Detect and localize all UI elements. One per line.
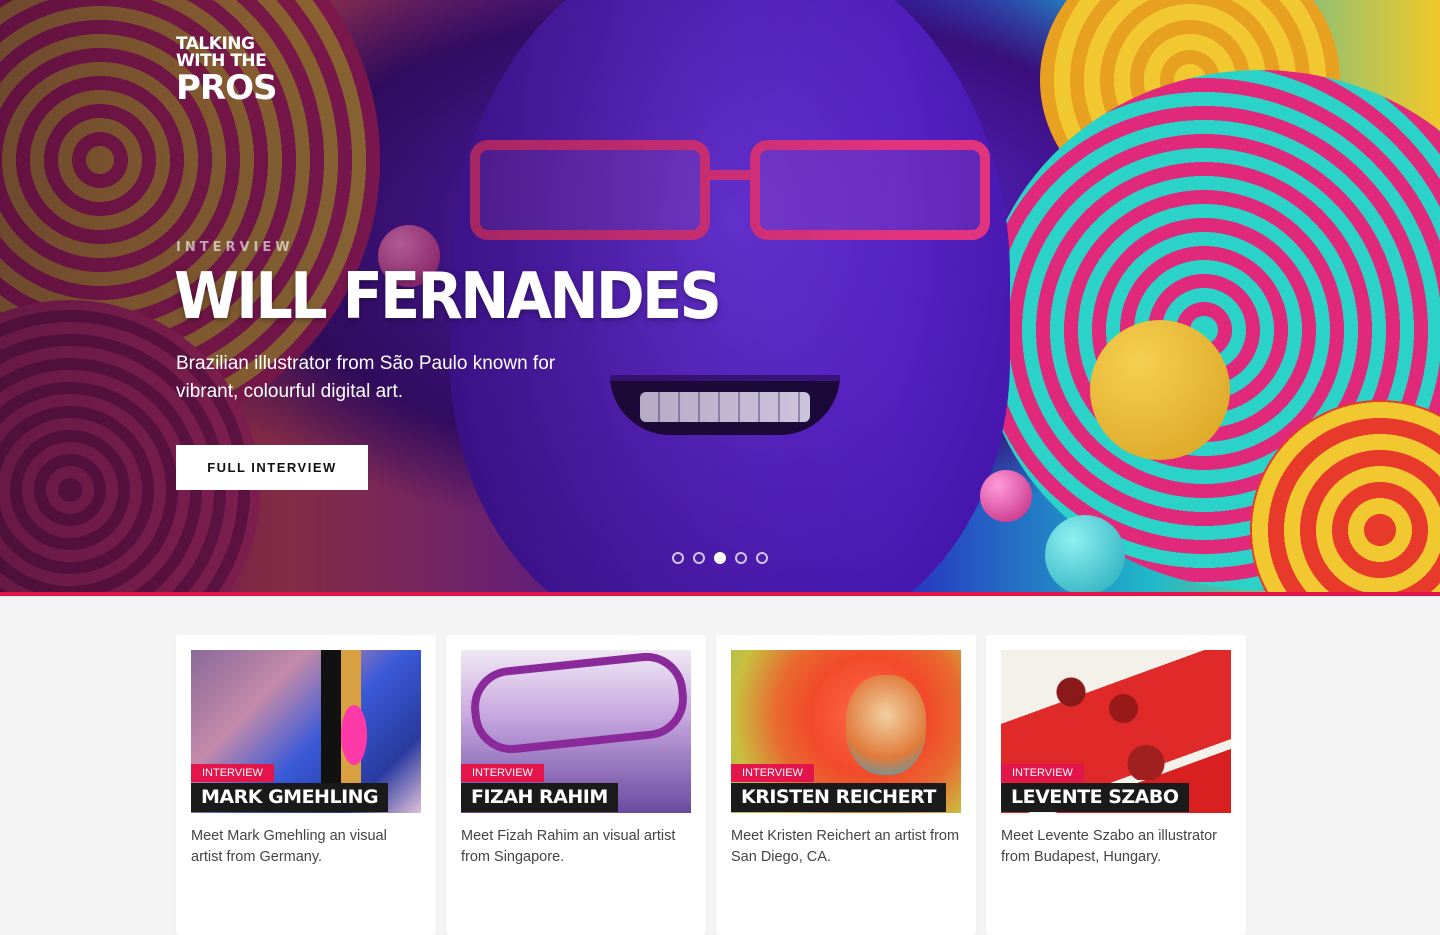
full-interview-button[interactable]: FULL INTERVIEW (176, 445, 368, 490)
carousel-dot-4[interactable] (735, 552, 747, 564)
hero-title: WILL FERNANDES (174, 260, 722, 334)
card-badge: INTERVIEW (731, 764, 814, 782)
hero-description: Brazilian illustrator from São Paulo kno… (176, 353, 556, 402)
logo-line-3: PROS (176, 68, 278, 108)
hero-art-ball (980, 470, 1032, 522)
carousel-dot-2[interactable] (693, 552, 705, 564)
hero-divider (0, 592, 1440, 596)
hero-carousel: TALKING WITH THE PROS INTERVIEW WILL FER… (0, 0, 1440, 592)
card-title[interactable]: LEVENTE SZABO (1001, 783, 1189, 812)
card-title[interactable]: FIZAH RAHIM (461, 783, 618, 812)
carousel-pagination (672, 552, 768, 564)
card-thumbnail[interactable]: INTERVIEW FIZAH RAHIM (461, 650, 691, 813)
card-badge: INTERVIEW (461, 764, 544, 782)
interview-card[interactable]: INTERVIEW MARK GMEHLING Meet Mark Gmehli… (176, 635, 436, 935)
card-description: Meet Levente Szabo an illustrator from B… (1001, 828, 1218, 865)
interview-card[interactable]: INTERVIEW KRISTEN REICHERT Meet Kristen … (716, 635, 976, 935)
interview-card[interactable]: INTERVIEW FIZAH RAHIM Meet Fizah Rahim a… (446, 635, 706, 935)
card-title[interactable]: MARK GMEHLING (191, 783, 389, 812)
interview-card[interactable]: INTERVIEW LEVENTE SZABO Meet Levente Sza… (986, 635, 1246, 935)
carousel-dot-5[interactable] (756, 552, 768, 564)
carousel-dot-3[interactable] (714, 552, 726, 564)
card-title[interactable]: KRISTEN REICHERT (731, 783, 946, 812)
interview-card-list: INTERVIEW MARK GMEHLING Meet Mark Gmehli… (176, 635, 1246, 935)
carousel-dot-1[interactable] (672, 552, 684, 564)
card-thumbnail[interactable]: INTERVIEW KRISTEN REICHERT (731, 650, 961, 813)
card-description: Meet Kristen Reichert an artist from San… (731, 828, 960, 865)
card-description: Meet Mark Gmehling an visual artist from… (191, 828, 387, 865)
card-description: Meet Fizah Rahim an visual artist from S… (461, 828, 676, 865)
hero-art-ball (1045, 515, 1125, 592)
hero-kicker: INTERVIEW (176, 240, 294, 255)
site-logo[interactable]: TALKING WITH THE PROS (176, 36, 278, 108)
card-thumbnail[interactable]: INTERVIEW MARK GMEHLING (191, 650, 421, 813)
card-thumbnail[interactable]: INTERVIEW LEVENTE SZABO (1001, 650, 1231, 813)
card-badge: INTERVIEW (191, 764, 274, 782)
card-badge: INTERVIEW (1001, 764, 1084, 782)
hero-art-ball (1090, 320, 1230, 460)
